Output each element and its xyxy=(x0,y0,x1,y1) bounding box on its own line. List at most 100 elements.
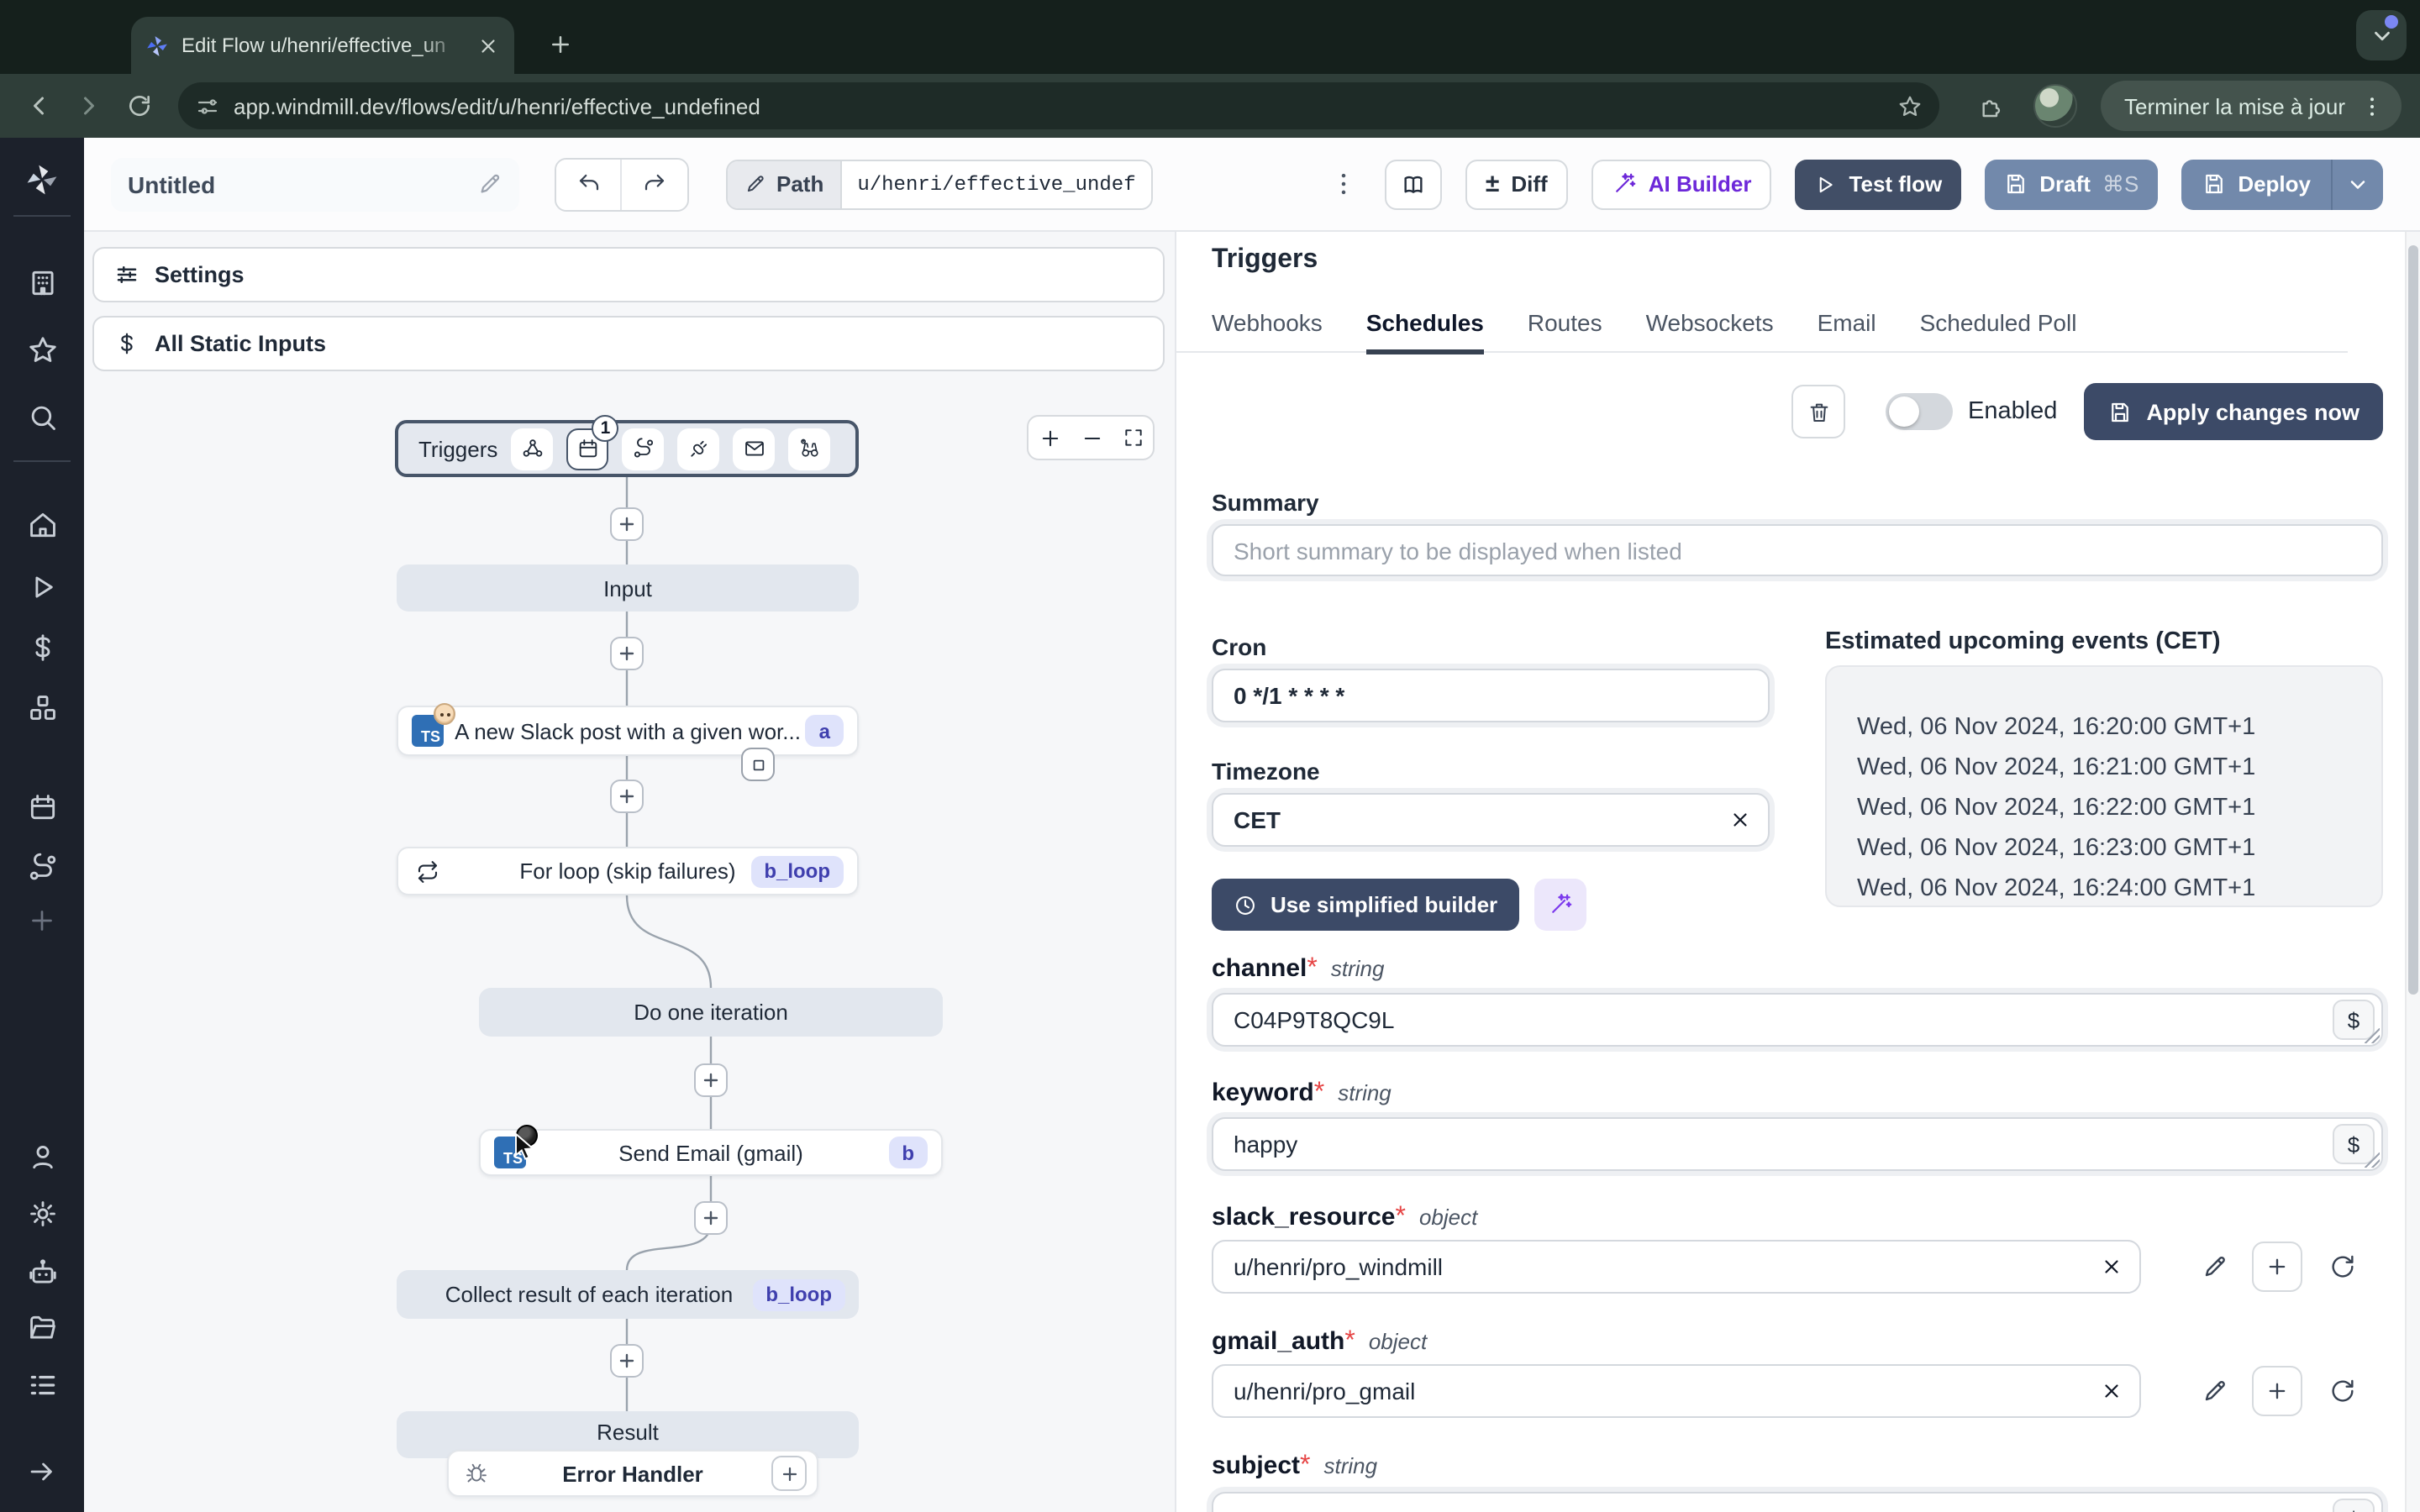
back-button[interactable] xyxy=(17,84,60,128)
forward-button[interactable] xyxy=(67,84,111,128)
node-send-email[interactable]: TS Send Email (gmail) b xyxy=(479,1125,943,1176)
slack-resource-input[interactable] xyxy=(1212,1240,2141,1294)
apply-changes-button[interactable]: Apply changes now xyxy=(2084,383,2383,440)
triggers-node[interactable]: Triggers 1 xyxy=(395,414,859,477)
tab-close-icon[interactable] xyxy=(474,32,501,59)
bookmark-star-icon[interactable] xyxy=(1897,93,1923,118)
sidebar-expand-icon[interactable] xyxy=(0,1457,84,1487)
browser-update-button[interactable]: Terminer la mise à jour xyxy=(2101,81,2401,131)
tab-scheduled-poll[interactable]: Scheduled Poll xyxy=(1920,309,2077,354)
deploy-button[interactable]: Deploy xyxy=(2181,159,2331,209)
clear-resource-icon[interactable] xyxy=(2101,1256,2123,1278)
enabled-toggle[interactable] xyxy=(1886,393,1953,430)
sidebar-item-workers[interactable] xyxy=(0,1257,84,1289)
tab-search-button[interactable] xyxy=(2356,10,2407,60)
sidebar-item-runs[interactable] xyxy=(0,571,84,603)
trigger-webhook-icon[interactable] xyxy=(511,428,554,470)
gmail-auth-input[interactable] xyxy=(1212,1364,2141,1418)
insert-step-button[interactable] xyxy=(610,637,644,670)
timezone-input[interactable] xyxy=(1212,793,1770,847)
reload-button[interactable] xyxy=(118,84,161,128)
browser-menu-kebab-icon[interactable] xyxy=(2359,93,2384,118)
edit-resource-pencil-icon[interactable] xyxy=(2202,1253,2228,1280)
refresh-resource-icon[interactable] xyxy=(2329,1253,2356,1280)
insert-variable-button[interactable]: $ xyxy=(2333,1499,2375,1512)
resize-handle[interactable] xyxy=(2365,1152,2380,1168)
tab-routes[interactable]: Routes xyxy=(1528,309,1602,354)
windmill-logo[interactable] xyxy=(0,161,84,198)
sidebar-item-resources[interactable] xyxy=(0,692,84,724)
browser-tab[interactable]: Edit Flow u/henri/effective_un xyxy=(131,17,514,74)
sidebar-item-workspace[interactable] xyxy=(0,267,84,299)
new-tab-button[interactable] xyxy=(541,25,578,62)
scrollbar-thumb[interactable] xyxy=(2408,245,2418,995)
delete-schedule-button[interactable] xyxy=(1791,385,1845,438)
undo-button[interactable] xyxy=(556,159,622,209)
tab-schedules[interactable]: Schedules xyxy=(1365,309,1484,354)
ai-cron-button[interactable] xyxy=(1534,879,1587,931)
address-bar[interactable]: app.windmill.dev/flows/edit/u/henri/effe… xyxy=(178,82,1939,129)
tab-email[interactable]: Email xyxy=(1818,309,1876,354)
insert-step-button[interactable] xyxy=(694,1063,728,1097)
fit-view-icon[interactable] xyxy=(1122,427,1144,449)
sidebar-item-search[interactable] xyxy=(0,402,84,433)
subject-input[interactable] xyxy=(1212,1492,2383,1512)
test-up-to-button[interactable] xyxy=(741,748,775,781)
node-do-one-iteration[interactable]: Do one iteration xyxy=(479,988,943,1037)
clear-resource-icon[interactable] xyxy=(2101,1380,2123,1402)
sidebar-item-schedules[interactable] xyxy=(0,791,84,823)
clear-timezone-icon[interactable] xyxy=(1729,809,1751,831)
summary-input[interactable] xyxy=(1212,524,2383,576)
channel-input[interactable] xyxy=(1212,993,2383,1047)
ai-builder-button[interactable]: AI Builder xyxy=(1591,159,1772,209)
sidebar-item-favorites[interactable] xyxy=(0,334,84,366)
tab-websockets[interactable]: Websockets xyxy=(1646,309,1774,354)
insert-step-button[interactable] xyxy=(694,1201,728,1235)
add-resource-button[interactable] xyxy=(2252,1366,2302,1416)
panel-scrollbar[interactable] xyxy=(2405,232,2420,1512)
node-for-loop[interactable]: For loop (skip failures) b_loop xyxy=(397,847,859,895)
path-group[interactable]: Path u/henri/effective_undef xyxy=(726,159,1153,209)
node-input[interactable]: Input xyxy=(397,564,859,612)
node-slack-post[interactable]: TS A new Slack post with a given wor... … xyxy=(397,703,859,756)
node-error-handler[interactable]: Error Handler xyxy=(447,1450,818,1497)
trigger-schedule-icon[interactable]: 1 xyxy=(566,414,619,470)
redo-button[interactable] xyxy=(622,159,687,209)
trigger-websocket-icon[interactable] xyxy=(677,428,720,470)
sidebar-item-logs[interactable] xyxy=(0,1369,84,1401)
simplified-builder-button[interactable]: Use simplified builder xyxy=(1212,879,1520,931)
sidebar-item-more[interactable] xyxy=(0,906,84,936)
insert-step-button[interactable] xyxy=(610,1344,644,1378)
insert-step-button[interactable] xyxy=(610,780,644,813)
sidebar-item-home[interactable] xyxy=(0,509,84,541)
cron-input[interactable] xyxy=(1212,669,1770,722)
more-options-kebab-icon[interactable] xyxy=(1328,170,1361,198)
edit-resource-pencil-icon[interactable] xyxy=(2202,1378,2228,1404)
browser-avatar[interactable] xyxy=(2033,84,2077,128)
test-flow-button[interactable]: Test flow xyxy=(1795,159,1961,209)
flow-name-box[interactable]: Untitled xyxy=(111,157,519,211)
draft-button[interactable]: Draft ⌘S xyxy=(1984,159,2158,209)
zoom-out-icon[interactable] xyxy=(1080,426,1103,449)
node-collect-result[interactable]: Collect result of each iteration b_loop xyxy=(397,1270,859,1319)
sidebar-item-routes[interactable] xyxy=(0,852,84,884)
zoom-in-icon[interactable] xyxy=(1038,426,1061,449)
keyword-input[interactable] xyxy=(1212,1117,2383,1171)
add-resource-button[interactable] xyxy=(2252,1242,2302,1292)
trigger-email-icon[interactable] xyxy=(733,428,776,470)
trigger-route-icon[interactable] xyxy=(622,428,665,470)
resize-handle[interactable] xyxy=(2365,1028,2380,1043)
sidebar-item-users[interactable] xyxy=(0,1141,84,1173)
extensions-icon[interactable] xyxy=(1970,84,2013,128)
sidebar-item-variables[interactable] xyxy=(0,632,84,664)
refresh-resource-icon[interactable] xyxy=(2329,1378,2356,1404)
edit-name-pencil-icon[interactable] xyxy=(477,171,502,197)
trigger-poll-icon[interactable] xyxy=(788,428,831,470)
add-error-handler-button[interactable] xyxy=(771,1456,807,1491)
insert-step-button[interactable] xyxy=(610,507,644,541)
tab-webhooks[interactable]: Webhooks xyxy=(1212,309,1323,354)
deploy-dropdown-button[interactable] xyxy=(2331,159,2383,209)
docs-button[interactable] xyxy=(1384,159,1442,209)
sidebar-item-folders[interactable] xyxy=(0,1312,84,1344)
sidebar-item-settings[interactable] xyxy=(0,1198,84,1230)
